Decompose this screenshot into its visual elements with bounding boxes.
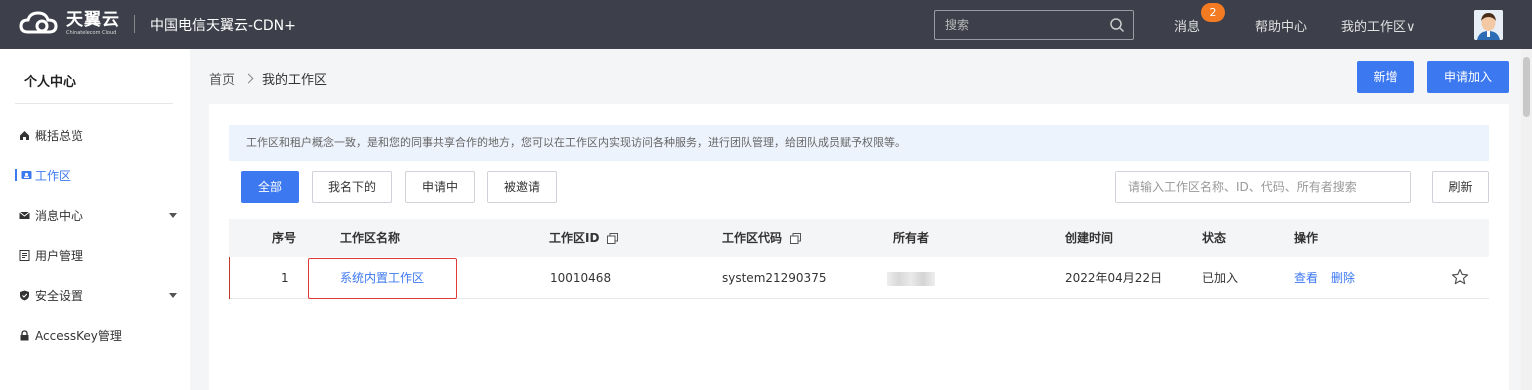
star-icon[interactable] bbox=[1451, 268, 1469, 286]
workspace-icon bbox=[21, 170, 32, 179]
header-owner: 所有者 bbox=[893, 231, 930, 245]
help-center-link[interactable]: 帮助中心 bbox=[1255, 16, 1307, 35]
cloud-logo-icon bbox=[19, 11, 58, 34]
workspace-card: 工作区和租户概念一致，是和您的同事共享合作的地方，您可以在工作区内实现访问各种服… bbox=[209, 104, 1509, 390]
brand-logo[interactable]: 天翼云 Chinatelecom Cloud bbox=[18, 9, 120, 37]
header-index: 序号 bbox=[272, 231, 297, 245]
cell-code: system21290375 bbox=[722, 271, 827, 285]
breadcrumb: 首页 我的工作区 bbox=[209, 69, 327, 88]
logo-divider bbox=[134, 15, 135, 33]
table-header: 序号 工作区名称 工作区ID 工作区代码 所有者 创建时间 状态 操作 bbox=[229, 219, 1489, 257]
product-name[interactable]: 中国电信天翼云-CDN+ bbox=[150, 15, 296, 35]
logo-wordmark: 天翼云 bbox=[66, 9, 120, 30]
header-id: 工作区ID bbox=[549, 219, 619, 257]
global-search-input[interactable] bbox=[935, 11, 1105, 39]
mail-icon bbox=[19, 211, 30, 219]
workspace-menu-label: 我的工作区 bbox=[1341, 20, 1407, 35]
scrollbar-thumb[interactable] bbox=[1523, 57, 1530, 117]
owner-redacted bbox=[887, 272, 935, 286]
caret-down-icon bbox=[169, 212, 177, 218]
workspace-menu[interactable]: 我的工作区∨ bbox=[1341, 16, 1416, 35]
messages-count-badge: 2 bbox=[1201, 3, 1225, 22]
info-notice: 工作区和租户概念一致，是和您的同事共享合作的地方，您可以在工作区内实现访问各种服… bbox=[229, 125, 1489, 161]
user-avatar[interactable] bbox=[1474, 10, 1503, 40]
apply-join-button[interactable]: 申请加入 bbox=[1427, 61, 1509, 93]
sidebar-divider bbox=[15, 103, 173, 104]
header-ops: 操作 bbox=[1294, 231, 1319, 245]
top-navbar: 天翼云 Chinatelecom Cloud 中国电信天翼云-CDN+ 消息 2… bbox=[0, 0, 1532, 49]
delete-link[interactable]: 删除 bbox=[1331, 257, 1355, 299]
table-row: 1 系统内置工作区 10010468 system21290375 2022年0… bbox=[229, 257, 1489, 299]
sidebar-item-accesskey[interactable]: AccessKey管理 bbox=[0, 320, 190, 350]
sidebar-item-label: 安全设置 bbox=[35, 288, 84, 303]
sidebar-item-overview[interactable]: 概括总览 bbox=[0, 120, 190, 150]
chevron-down-icon: ∨ bbox=[1406, 20, 1416, 35]
sidebar-item-security[interactable]: 安全设置 bbox=[0, 280, 190, 310]
sidebar-title: 个人中心 bbox=[24, 75, 77, 90]
filter-applying-button[interactable]: 申请中 bbox=[405, 171, 475, 203]
home-icon bbox=[20, 130, 29, 140]
sidebar-item-users[interactable]: 用户管理 bbox=[0, 240, 190, 270]
row-edge-marker bbox=[229, 257, 230, 299]
workspace-search bbox=[1115, 171, 1411, 203]
search-icon[interactable] bbox=[1109, 17, 1125, 33]
sidebar-item-label: 消息中心 bbox=[35, 208, 84, 223]
header-name: 工作区名称 bbox=[340, 231, 401, 245]
workspace-search-input[interactable] bbox=[1116, 172, 1410, 202]
lock-icon bbox=[20, 329, 29, 340]
new-workspace-button[interactable]: 新增 bbox=[1357, 61, 1414, 93]
sidebar-item-label: 工作区 bbox=[35, 168, 72, 183]
active-indicator bbox=[15, 169, 17, 181]
filter-mine-button[interactable]: 我名下的 bbox=[312, 171, 392, 203]
header-created: 创建时间 bbox=[1065, 231, 1114, 245]
refresh-button[interactable]: 刷新 bbox=[1432, 171, 1489, 203]
shield-icon bbox=[20, 290, 29, 300]
cell-created: 2022年04月22日 bbox=[1065, 271, 1163, 285]
user-doc-icon bbox=[19, 249, 30, 261]
cell-index: 1 bbox=[281, 271, 289, 285]
breadcrumb-home[interactable]: 首页 bbox=[209, 69, 235, 88]
global-search bbox=[934, 10, 1134, 40]
logo-subtitle: Chinatelecom Cloud bbox=[66, 29, 117, 36]
page-scrollbar[interactable] bbox=[1521, 49, 1532, 390]
caret-down-icon bbox=[169, 292, 177, 298]
filter-all-button[interactable]: 全部 bbox=[241, 171, 299, 203]
messages-link[interactable]: 消息 bbox=[1174, 16, 1200, 35]
filter-invited-button[interactable]: 被邀请 bbox=[487, 171, 557, 203]
copy-icon[interactable] bbox=[607, 232, 619, 244]
sidebar-item-label: 用户管理 bbox=[35, 248, 84, 263]
chevron-right-icon bbox=[243, 73, 254, 84]
view-link[interactable]: 查看 bbox=[1294, 257, 1318, 299]
sidebar-item-messages[interactable]: 消息中心 bbox=[0, 200, 190, 230]
avatar-icon bbox=[1474, 10, 1503, 40]
sidebar-item-label: 概括总览 bbox=[35, 128, 84, 143]
header-code: 工作区代码 bbox=[722, 219, 802, 257]
cell-id: 10010468 bbox=[550, 271, 612, 285]
copy-icon[interactable] bbox=[790, 232, 802, 244]
sidebar-item-label: AccessKey管理 bbox=[35, 328, 122, 343]
workspace-name-link[interactable]: 系统内置工作区 bbox=[340, 257, 424, 299]
sidebar: 个人中心 概括总览 工作区 消息中心 用户管理 安全设置 AccessKey管理 bbox=[0, 49, 190, 390]
header-code-label: 工作区代码 bbox=[722, 231, 783, 245]
cell-status: 已加入 bbox=[1202, 271, 1239, 285]
sidebar-item-workspace[interactable]: 工作区 bbox=[0, 160, 190, 190]
breadcrumb-current: 我的工作区 bbox=[262, 73, 328, 88]
header-status: 状态 bbox=[1202, 231, 1227, 245]
header-id-label: 工作区ID bbox=[549, 231, 600, 245]
